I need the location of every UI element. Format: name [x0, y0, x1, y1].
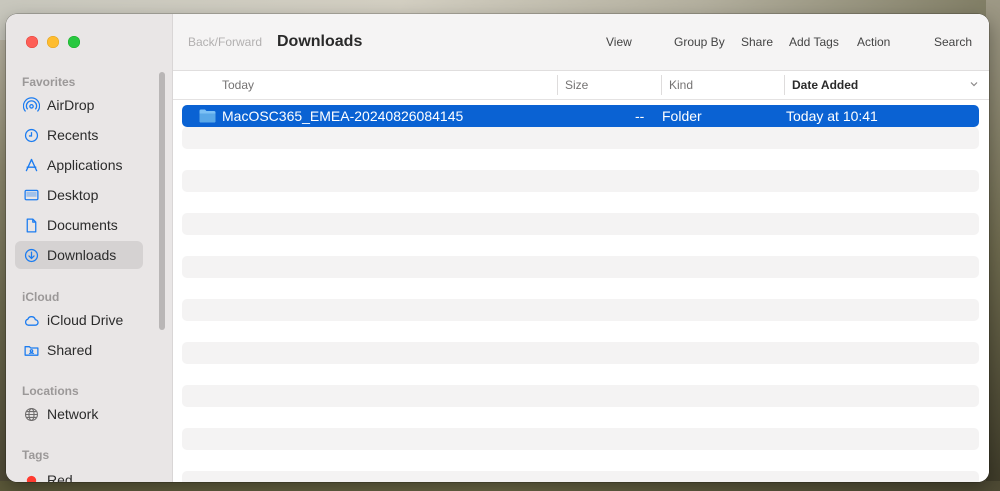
document-icon: [22, 216, 40, 234]
file-date-added: Today at 10:41: [786, 108, 878, 124]
sidebar-item-airdrop[interactable]: AirDrop: [15, 91, 143, 119]
sidebar-scrollbar[interactable]: [159, 72, 165, 330]
globe-icon: [22, 405, 40, 423]
sidebar-item-label: Applications: [47, 157, 123, 173]
sidebar-item-label: iCloud Drive: [47, 312, 124, 328]
sidebar-section-icloud: iCloud: [22, 290, 60, 304]
window-title: Downloads: [277, 33, 363, 50]
download-icon: [22, 246, 40, 264]
action-button[interactable]: Action: [857, 35, 890, 49]
sidebar-section-locations: Locations: [22, 384, 79, 398]
sidebar-item-icloud-drive[interactable]: iCloud Drive: [15, 306, 143, 334]
empty-row: [182, 299, 979, 321]
empty-row: [182, 471, 979, 482]
share-button[interactable]: Share: [741, 35, 773, 49]
sidebar-item-label: Desktop: [47, 187, 99, 203]
sidebar-item-applications[interactable]: Applications: [15, 151, 143, 179]
sidebar-item-label: Shared: [47, 342, 93, 358]
column-header: Today Size Kind Date Added: [173, 71, 989, 100]
sidebar-item-network[interactable]: Network: [15, 400, 143, 428]
sidebar-item-label: Downloads: [47, 247, 117, 263]
empty-row: [182, 256, 979, 278]
sidebar-item-label: Network: [47, 406, 99, 422]
toolbar: Back/Forward Downloads View Group By Sha…: [173, 14, 989, 71]
window-controls: [26, 36, 80, 48]
column-header-date-added[interactable]: Date Added: [792, 78, 858, 92]
sidebar-section-favorites: Favorites: [22, 75, 76, 89]
file-name: MacOSC365_EMEA-20240826084145: [222, 108, 464, 124]
group-by-button[interactable]: Group By: [674, 35, 725, 49]
sidebar-item-downloads[interactable]: Downloads: [15, 241, 143, 269]
empty-row: [182, 385, 979, 407]
sidebar-item-label: Red: [47, 472, 73, 482]
empty-row: [182, 213, 979, 235]
column-header-kind[interactable]: Kind: [669, 78, 693, 92]
cloud-icon: [22, 311, 40, 329]
column-header-name[interactable]: Today: [222, 78, 254, 92]
zoom-button[interactable]: [68, 36, 80, 48]
airdrop-icon: [22, 96, 40, 114]
sidebar-item-label: Documents: [47, 217, 118, 233]
add-tags-button[interactable]: Add Tags: [789, 35, 839, 49]
folder-icon: [199, 109, 216, 123]
sidebar-item-label: AirDrop: [47, 97, 95, 113]
view-button[interactable]: View: [606, 35, 632, 49]
minimize-button[interactable]: [47, 36, 59, 48]
file-kind: Folder: [662, 108, 702, 124]
close-button[interactable]: [26, 36, 38, 48]
desktop-wallpaper-bottom: [0, 481, 1000, 491]
sidebar-item-documents[interactable]: Documents: [15, 211, 143, 239]
sidebar-item-shared[interactable]: Shared: [15, 336, 143, 364]
sidebar: Favorites AirDrop Recents Applications D…: [6, 14, 173, 482]
empty-row: [182, 428, 979, 450]
shared-folder-icon: [22, 341, 40, 359]
sidebar-item-label: Recents: [47, 127, 99, 143]
column-divider[interactable]: [661, 75, 662, 95]
file-browser: Back/Forward Downloads View Group By Sha…: [173, 14, 989, 482]
desktop-icon: [22, 186, 40, 204]
finder-window: Favorites AirDrop Recents Applications D…: [6, 14, 989, 482]
empty-row: [182, 342, 979, 364]
empty-row: [182, 170, 979, 192]
sidebar-section-tags: Tags: [22, 448, 50, 462]
clock-icon: [22, 126, 40, 144]
search-button[interactable]: Search: [934, 35, 972, 49]
sidebar-item-desktop[interactable]: Desktop: [15, 181, 143, 209]
sidebar-item-recents[interactable]: Recents: [15, 121, 143, 149]
chevron-down-icon[interactable]: [969, 79, 979, 89]
tag-color-dot-icon: [22, 471, 40, 482]
column-header-size[interactable]: Size: [565, 78, 588, 92]
applications-icon: [22, 156, 40, 174]
column-divider[interactable]: [784, 75, 785, 95]
back-forward-button[interactable]: Back/Forward: [188, 35, 262, 49]
table-row[interactable]: MacOSC365_EMEA-20240826084145 -- Folder …: [182, 105, 979, 127]
sidebar-item-tag-red[interactable]: Red: [15, 466, 143, 482]
file-size: --: [635, 108, 645, 124]
column-divider[interactable]: [557, 75, 558, 95]
empty-row: [182, 127, 979, 149]
